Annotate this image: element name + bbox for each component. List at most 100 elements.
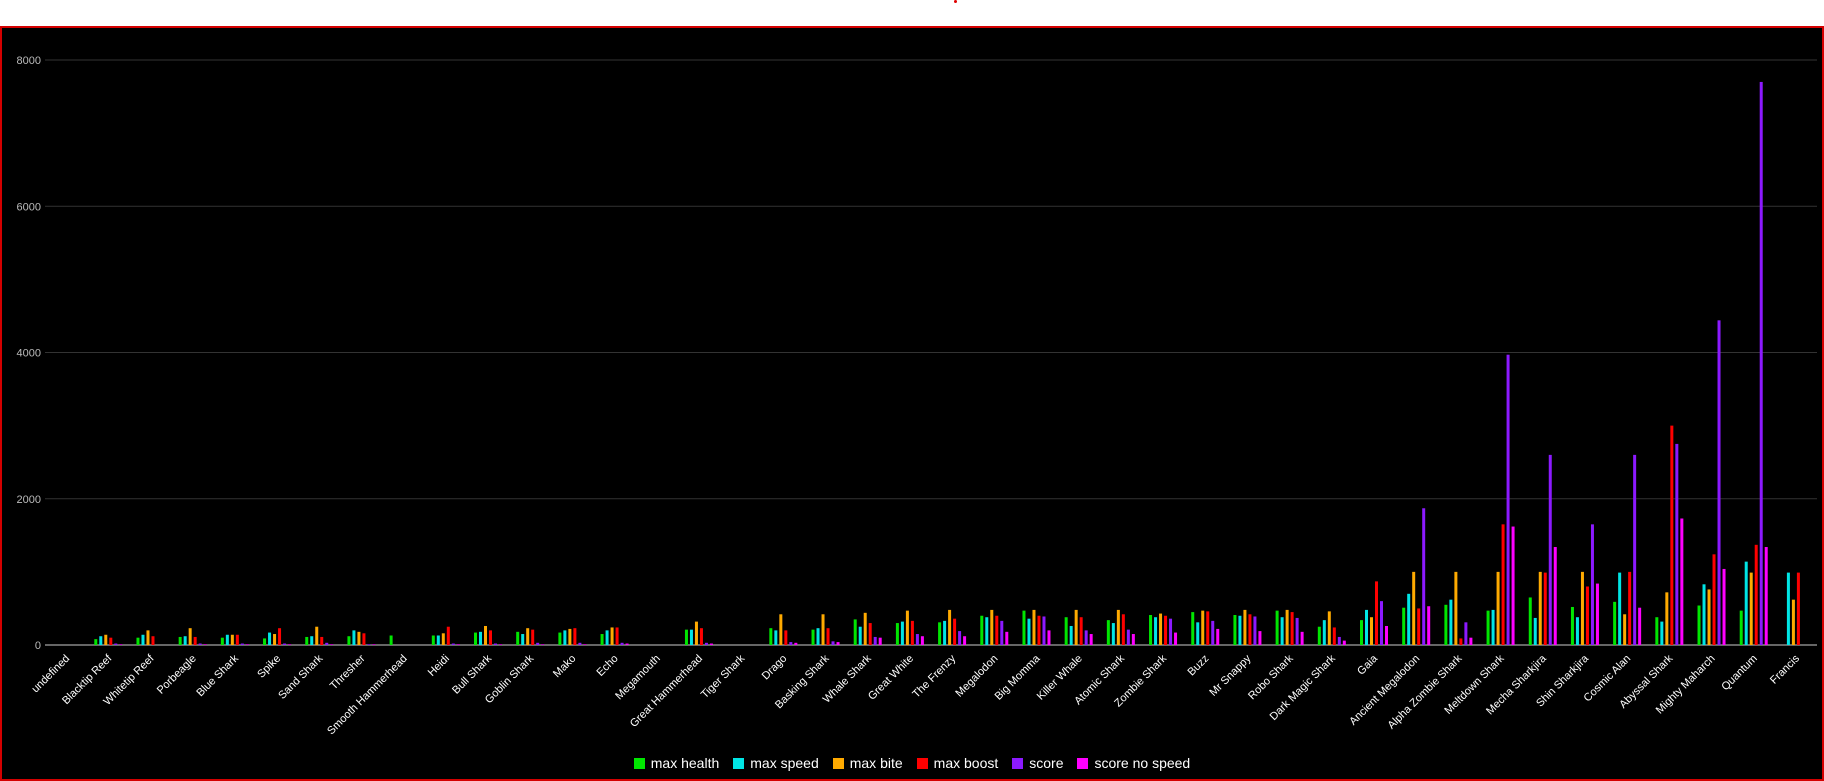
legend-item[interactable]: max health <box>633 755 719 771</box>
bar-score <box>325 642 329 645</box>
bar-score <box>1295 617 1299 645</box>
bar-score <box>1042 616 1046 645</box>
bar-max-boost <box>1417 608 1421 645</box>
bar-max-bite <box>441 633 445 645</box>
bar-max-boost <box>1290 612 1294 645</box>
legend-item[interactable]: max boost <box>916 755 998 771</box>
legend-item[interactable]: max bite <box>832 755 903 771</box>
bar-max-speed <box>689 629 693 645</box>
bar-max-speed <box>605 630 609 645</box>
bar-max-health <box>1149 615 1153 645</box>
bar-max-health <box>347 636 351 645</box>
bar-score <box>620 642 624 645</box>
legend-item[interactable]: max speed <box>733 755 819 771</box>
bar-max-speed <box>141 634 145 645</box>
bar-score-no-speed <box>920 636 924 645</box>
y-tick-label: 2000 <box>17 494 41 506</box>
bar-max-speed <box>479 631 482 645</box>
x-tick-label: Porbeagle <box>155 653 199 697</box>
y-tick-label: 0 <box>35 640 41 652</box>
bar-max-speed <box>1238 615 1242 645</box>
bar-max-health <box>895 623 899 645</box>
bar-max-boost <box>1079 617 1083 645</box>
bar-score-no-speed <box>1595 583 1599 645</box>
legend-swatch <box>633 757 645 769</box>
x-tick-label: Gaia <box>1355 652 1381 678</box>
legend-label: score no speed <box>1094 755 1191 771</box>
bar-score <box>1675 443 1679 645</box>
bar-max-bite <box>568 628 572 645</box>
bar-score-no-speed <box>794 642 798 645</box>
bar-score-no-speed <box>1131 634 1135 645</box>
y-tick-label: 4000 <box>17 348 41 360</box>
bar-score-no-speed <box>288 644 292 645</box>
bar-max-bite <box>230 634 234 645</box>
bar-max-health <box>178 636 182 645</box>
bar-max-bite <box>315 626 319 645</box>
bar-score-no-speed <box>499 644 502 645</box>
x-tick-label: Francis <box>1768 652 1802 686</box>
bar-score-no-speed <box>119 644 123 645</box>
bar-max-health <box>1444 604 1448 645</box>
bar-max-health <box>94 639 98 645</box>
bar-max-boost <box>1248 614 1252 645</box>
x-tick-label: Blue Shark <box>194 652 241 699</box>
bar-score <box>915 634 919 645</box>
bar-score-no-speed <box>1005 631 1009 645</box>
legend-item[interactable]: score no speed <box>1077 755 1190 771</box>
bar-max-boost <box>193 636 197 645</box>
bar-max-boost <box>953 618 957 645</box>
bar-max-health <box>1655 617 1659 645</box>
bar-max-health <box>811 629 815 645</box>
bar-max-health <box>1739 610 1743 645</box>
bar-max-boost <box>1585 586 1589 645</box>
bar-max-boost <box>573 628 577 645</box>
x-tick-label: Smooth Hammerhead <box>325 653 410 738</box>
bar-max-boost <box>1501 524 1505 645</box>
bar-score-no-speed <box>1216 628 1220 645</box>
bar-max-bite <box>146 630 150 645</box>
bar-score <box>1169 618 1173 645</box>
legend-label: max speed <box>750 755 819 771</box>
chart-legend: max health max speed max bite max boost scor… <box>0 752 1824 774</box>
bar-max-boost <box>109 637 113 645</box>
bar-max-health <box>220 637 224 645</box>
bar-max-bite <box>484 625 487 645</box>
bar-max-health <box>136 637 140 645</box>
bar-score <box>367 644 371 645</box>
bar-max-boost <box>489 630 492 645</box>
bar-score <box>789 642 793 645</box>
bar-max-boost <box>615 627 619 645</box>
bar-score-no-speed <box>583 644 587 645</box>
bar-max-bite <box>779 614 783 645</box>
bar-max-boost <box>151 636 155 645</box>
bar-max-health <box>305 636 309 645</box>
bar-score <box>831 641 835 645</box>
bar-max-boost <box>1375 581 1378 645</box>
x-tick-label: Mako <box>551 653 579 681</box>
bar-max-speed <box>985 617 989 645</box>
bar-max-speed <box>1280 617 1284 645</box>
bar-max-boost <box>531 629 535 645</box>
bar-score-no-speed <box>1469 637 1473 645</box>
bar-score <box>1464 622 1468 645</box>
bar-max-bite <box>1116 609 1120 645</box>
bar-max-bite <box>1791 599 1795 645</box>
bar-max-bite <box>357 631 361 645</box>
bar-max-boost <box>1670 425 1674 645</box>
bar-max-speed <box>1660 621 1664 645</box>
bar-score-no-speed <box>1638 607 1642 645</box>
bar-score-no-speed <box>1385 625 1388 645</box>
bar-max-boost <box>1206 611 1210 645</box>
bar-max-speed <box>1618 572 1622 645</box>
bar-max-health <box>431 635 435 645</box>
bar-max-speed <box>310 636 314 645</box>
legend-item[interactable]: score <box>1012 755 1063 771</box>
bar-max-health <box>1528 597 1532 645</box>
bar-max-speed <box>1069 625 1073 645</box>
legend-swatch <box>1077 757 1089 769</box>
bar-score <box>704 642 708 645</box>
bar-score <box>1759 81 1763 645</box>
bar-score-no-speed <box>709 643 713 645</box>
bar-max-speed <box>99 636 103 645</box>
